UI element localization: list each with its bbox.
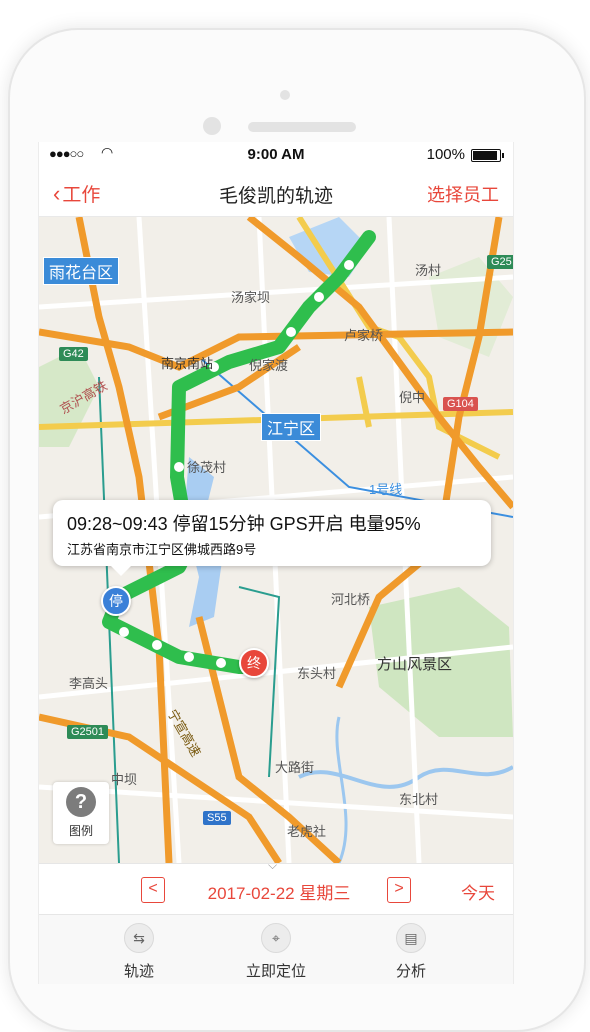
place-label: 东北村 [399,792,439,807]
tab-track[interactable]: ⇆ 轨迹 [89,923,189,981]
place-label: 1号线 [369,482,403,497]
tab-analysis[interactable]: ▤ 分析 [361,923,461,981]
legend-label: 图例 [68,824,93,838]
next-day-button[interactable]: > [387,877,411,903]
battery-icon [471,149,504,162]
road-sign: G25 [487,255,513,269]
tab-label: 轨迹 [123,963,154,980]
stop-address: 江苏省南京市江宁区佛城西路9号 [67,542,257,557]
park-area [429,257,513,357]
date-bar: ⌵ < 2017-02-22 星期三 > 今天 [39,858,513,914]
district-label: 雨花台区 [43,257,120,285]
route-icon: ⇆ [124,923,154,953]
legend-button[interactable]: ? 图例 [53,782,109,844]
place-label: 大路街 [275,760,315,775]
map-view[interactable]: 雨花台区 江宁区 汤家坝 汤村 卢家桥 南京南站 倪家渡 倪中 徐茂村 1号线 … [39,217,513,863]
select-employee-button[interactable]: 选择员工 [427,181,499,207]
place-label: 李高头 [69,676,109,691]
question-icon: ? [66,787,96,817]
place-label: 卢家桥 [344,328,384,343]
stop-marker[interactable]: 停 [101,586,131,616]
place-label: 倪家渡 [249,358,289,373]
current-date[interactable]: 2017-02-22 星期三 [179,879,379,904]
navigation-bar: ‹ 工作 毛俊凯的轨迹 选择员工 [39,168,513,217]
place-label: 南京南站 [161,356,214,371]
road-sign: G104 [443,397,478,411]
road-sign: G2501 [67,725,109,739]
camera-icon [280,90,290,100]
tab-label: 分析 [395,963,426,980]
road-sign: G42 [59,347,88,361]
tab-bar: ⇆ 轨迹 ⌖ 立即定位 ▤ 分析 [39,914,513,984]
district-label: 江宁区 [261,413,322,441]
place-label: 汤家坝 [231,290,271,305]
place-label: 倪中 [399,390,426,405]
end-marker[interactable]: 终 [239,648,269,678]
chevron-down-icon[interactable]: ⌵ [268,858,277,873]
app-screen: ●●●○○ ◠ 9:00 AM 100% ‹ 工作 毛俊凯的轨迹 选择员工 雨花… [38,142,514,984]
speaker-grille [248,122,356,132]
battery-percent: 100% [426,146,465,163]
tab-locate-now[interactable]: ⌖ 立即定位 [226,923,326,981]
place-label: 汤村 [415,263,442,278]
stop-info-callout[interactable]: 09:28~09:43 停留15分钟 GPS开启 电量95% 江苏省南京市江宁区… [53,500,491,576]
previous-day-button[interactable]: < [141,877,165,903]
today-button[interactable]: 今天 [461,879,495,904]
place-label: 河北桥 [331,592,371,607]
place-label: 方山风景区 [377,656,453,673]
place-label: 徐茂村 [187,460,227,475]
status-bar: ●●●○○ ◠ 9:00 AM 100% [39,142,513,168]
tab-label: 立即定位 [245,963,306,980]
road-sign: S55 [203,811,231,825]
metro-line [238,586,281,778]
locate-icon: ⌖ [261,923,291,953]
river [335,716,348,863]
place-label: 东头村 [297,666,337,681]
river [298,765,513,789]
front-camera-icon [203,117,221,135]
analysis-icon: ▤ [396,923,426,953]
stop-summary: 09:28~09:43 停留15分钟 GPS开启 电量95% [67,514,421,534]
place-label: 中坝 [111,772,138,787]
place-label: 老虎社 [287,824,327,839]
